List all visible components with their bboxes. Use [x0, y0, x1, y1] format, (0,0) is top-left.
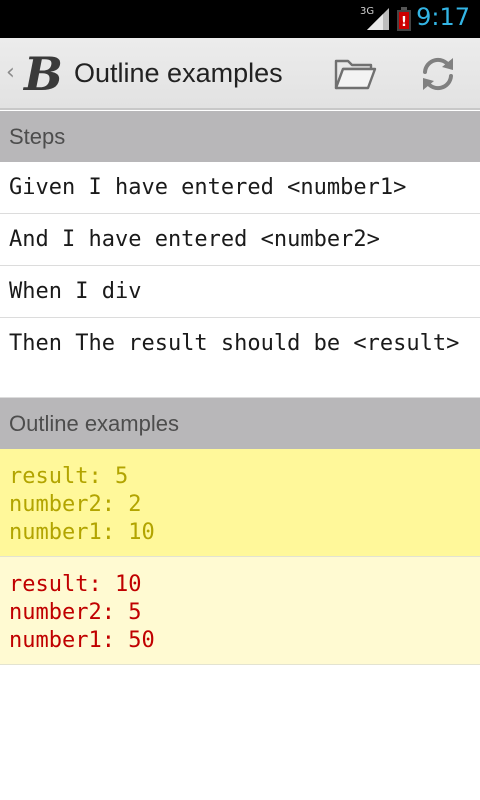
folder-open-icon	[334, 59, 377, 90]
example-value: result: 10	[9, 572, 142, 597]
example-value: number2: 5	[9, 600, 142, 625]
example-value: number2: 2	[9, 492, 142, 517]
battery-icon: !	[397, 7, 411, 31]
step-item[interactable]: Given I have entered <number1>	[0, 162, 480, 214]
step-item[interactable]: Then The result should be <result>	[0, 318, 480, 398]
step-item[interactable]: When I div	[0, 266, 480, 318]
page-title: Outline examples	[74, 58, 283, 88]
example-item[interactable]: result: 10 number2: 5 number1: 50	[0, 557, 480, 665]
example-value: number1: 10	[9, 520, 155, 545]
refresh-icon	[423, 57, 453, 91]
steps-section-header: Steps	[0, 111, 480, 162]
open-folder-button[interactable]	[333, 52, 377, 96]
action-bar: ‹ B Outline examples	[0, 38, 480, 110]
chevron-left-icon[interactable]: ‹	[6, 60, 15, 85]
refresh-button[interactable]	[416, 52, 460, 96]
svg-text:!: !	[401, 15, 407, 30]
example-value: number1: 50	[9, 628, 155, 653]
example-item[interactable]: result: 5 number2: 2 number1: 10	[0, 449, 480, 557]
status-bar: 3G ! 9:17	[0, 0, 480, 38]
app-logo[interactable]: B	[24, 44, 63, 104]
signal-icon	[367, 8, 389, 30]
example-value: result: 5	[9, 464, 129, 489]
step-item[interactable]: And I have entered <number2>	[0, 214, 480, 266]
examples-section-header: Outline examples	[0, 398, 480, 449]
clock: 9:17	[416, 3, 470, 31]
